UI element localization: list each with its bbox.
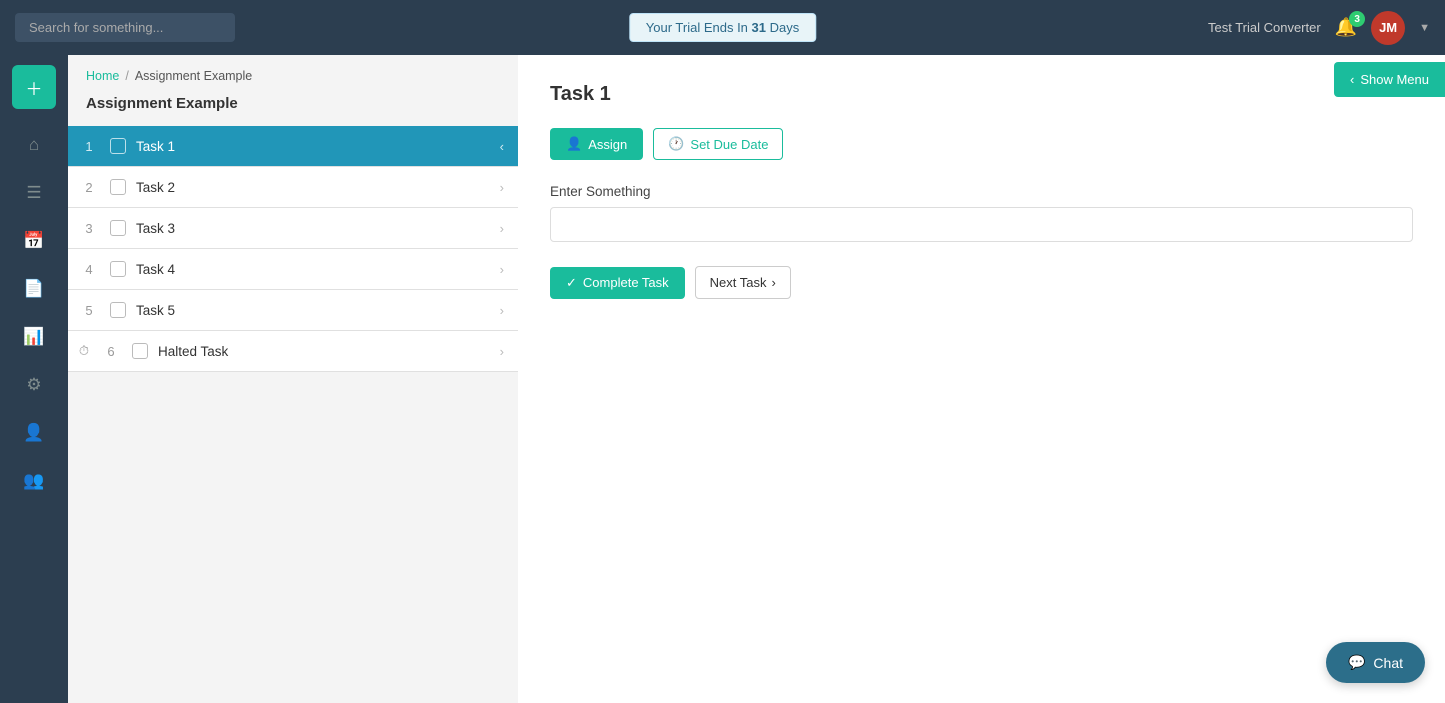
breadcrumb: Home / Assignment Example [68,55,518,91]
task-checkbox-4[interactable] [110,261,126,277]
next-task-label: Next Task [710,275,767,290]
next-task-button[interactable]: Next Task › [695,266,791,299]
task-chevron-6: › [500,344,504,359]
task-list: 1 Task 1 ‹ 2 Task 2 › 3 Task 3 › 4 [68,126,518,703]
add-button[interactable]: ＋ [12,65,56,109]
left-panel: Home / Assignment Example Assignment Exa… [68,55,518,703]
show-menu-button[interactable]: ‹ Show Menu [1334,62,1445,97]
sidebar-item-list[interactable]: ☰ [12,171,56,215]
document-icon: 📄 [23,279,44,299]
bell-badge: 3 [1349,11,1365,27]
sidebar-item-settings[interactable]: ⚙ [12,363,56,407]
search-input[interactable] [15,13,235,42]
task-checkbox-1[interactable] [110,138,126,154]
chat-label: Chat [1373,655,1403,671]
team-icon: 👥 [23,471,44,491]
sidebar-item-user[interactable]: 👤 [12,411,56,455]
enter-something-input[interactable] [550,207,1413,242]
navbar-right: Test Trial Converter 🔔 3 JM ▼ [1208,11,1430,45]
task-checkbox-5[interactable] [110,302,126,318]
sidebar-icons: ＋ ⌂ ☰ 📅 📄 📊 ⚙ 👤 👥 [0,55,68,703]
task-num-5: 5 [78,303,100,318]
chevron-right-icon: › [772,275,776,290]
user-assign-icon: 👤 [566,136,582,152]
assign-button[interactable]: 👤 Assign [550,128,643,160]
set-due-date-button[interactable]: 🕐 Set Due Date [653,128,783,160]
task-checkbox-3[interactable] [110,220,126,236]
complete-task-button[interactable]: ✓ Complete Task [550,267,685,299]
task-label-1: Task 1 [136,139,490,154]
list-icon: ☰ [26,183,41,203]
breadcrumb-home[interactable]: Home [86,69,119,83]
task-num-3: 3 [78,221,100,236]
right-content: Task 1 👤 Assign 🕐 Set Due Date Enter Som… [518,55,1445,703]
field-label: Enter Something [550,184,1413,199]
chart-icon: 📊 [23,327,44,347]
task-label-4: Task 4 [136,262,490,277]
task-label-6: Halted Task [158,344,490,359]
task-item-2[interactable]: 2 Task 2 › [68,167,518,208]
task-num-1: 1 [78,139,100,154]
bell-button[interactable]: 🔔 3 [1335,17,1357,38]
set-due-date-label: Set Due Date [690,137,768,152]
check-icon: ✓ [566,275,577,291]
chat-button[interactable]: 💬 Chat [1326,642,1425,683]
task-chevron-4: › [500,262,504,277]
account-name: Test Trial Converter [1208,20,1321,35]
task-num-4: 4 [78,262,100,277]
chevron-left-icon: ‹ [1350,72,1354,87]
trial-days: 31 [752,20,766,35]
halted-icon: ⏱ [79,343,89,359]
avatar-initials: JM [1379,20,1397,35]
sidebar-item-chart[interactable]: 📊 [12,315,56,359]
assign-label: Assign [588,137,627,152]
task-chevron-1: ‹ [500,139,504,154]
content-task-title: Task 1 [550,83,1413,106]
sidebar-item-calendar[interactable]: 📅 [12,219,56,263]
show-menu-label: Show Menu [1360,72,1429,87]
settings-icon: ⚙ [26,375,41,395]
task-num-2: 2 [78,180,100,195]
avatar[interactable]: JM [1371,11,1405,45]
task-chevron-3: › [500,221,504,236]
user-icon: 👤 [23,423,44,443]
sidebar-item-team[interactable]: 👥 [12,459,56,503]
clock-icon: 🕐 [668,136,684,152]
trial-days-suffix: Days [766,20,799,35]
task-label-5: Task 5 [136,303,490,318]
task-label-2: Task 2 [136,180,490,195]
breadcrumb-current: Assignment Example [135,69,252,83]
task-chevron-2: › [500,180,504,195]
trial-text: Your Trial Ends In [646,20,752,35]
task-label-3: Task 3 [136,221,490,236]
chat-icon: 💬 [1348,654,1365,671]
sidebar-item-home[interactable]: ⌂ [12,123,56,167]
task-item-6[interactable]: 6 Halted Task › [90,331,518,371]
complete-task-label: Complete Task [583,275,669,290]
task-item-5[interactable]: 5 Task 5 › [68,290,518,331]
home-icon: ⌂ [29,135,39,155]
plus-icon: ＋ [26,75,43,100]
task-num-6: 6 [100,344,122,359]
trial-banner: Your Trial Ends In 31 Days [629,13,816,42]
task-chevron-5: › [500,303,504,318]
task-item-3[interactable]: 3 Task 3 › [68,208,518,249]
avatar-caret-icon: ▼ [1419,22,1430,34]
breadcrumb-separator: / [125,69,128,83]
panel-title: Assignment Example [68,91,518,126]
navbar: Your Trial Ends In 31 Days Test Trial Co… [0,0,1445,55]
task-checkbox-6[interactable] [132,343,148,359]
task-checkbox-2[interactable] [110,179,126,195]
task-item-1[interactable]: 1 Task 1 ‹ [68,126,518,167]
task-action-row: ✓ Complete Task Next Task › [550,266,1413,299]
action-buttons: 👤 Assign 🕐 Set Due Date [550,128,1413,160]
task-item-6-row: ⏱ 6 Halted Task › [68,331,518,372]
main-layout: ＋ ⌂ ☰ 📅 📄 📊 ⚙ 👤 👥 Home / Assi [0,55,1445,703]
calendar-icon: 📅 [23,231,44,251]
task-item-4[interactable]: 4 Task 4 › [68,249,518,290]
sidebar-item-document[interactable]: 📄 [12,267,56,311]
